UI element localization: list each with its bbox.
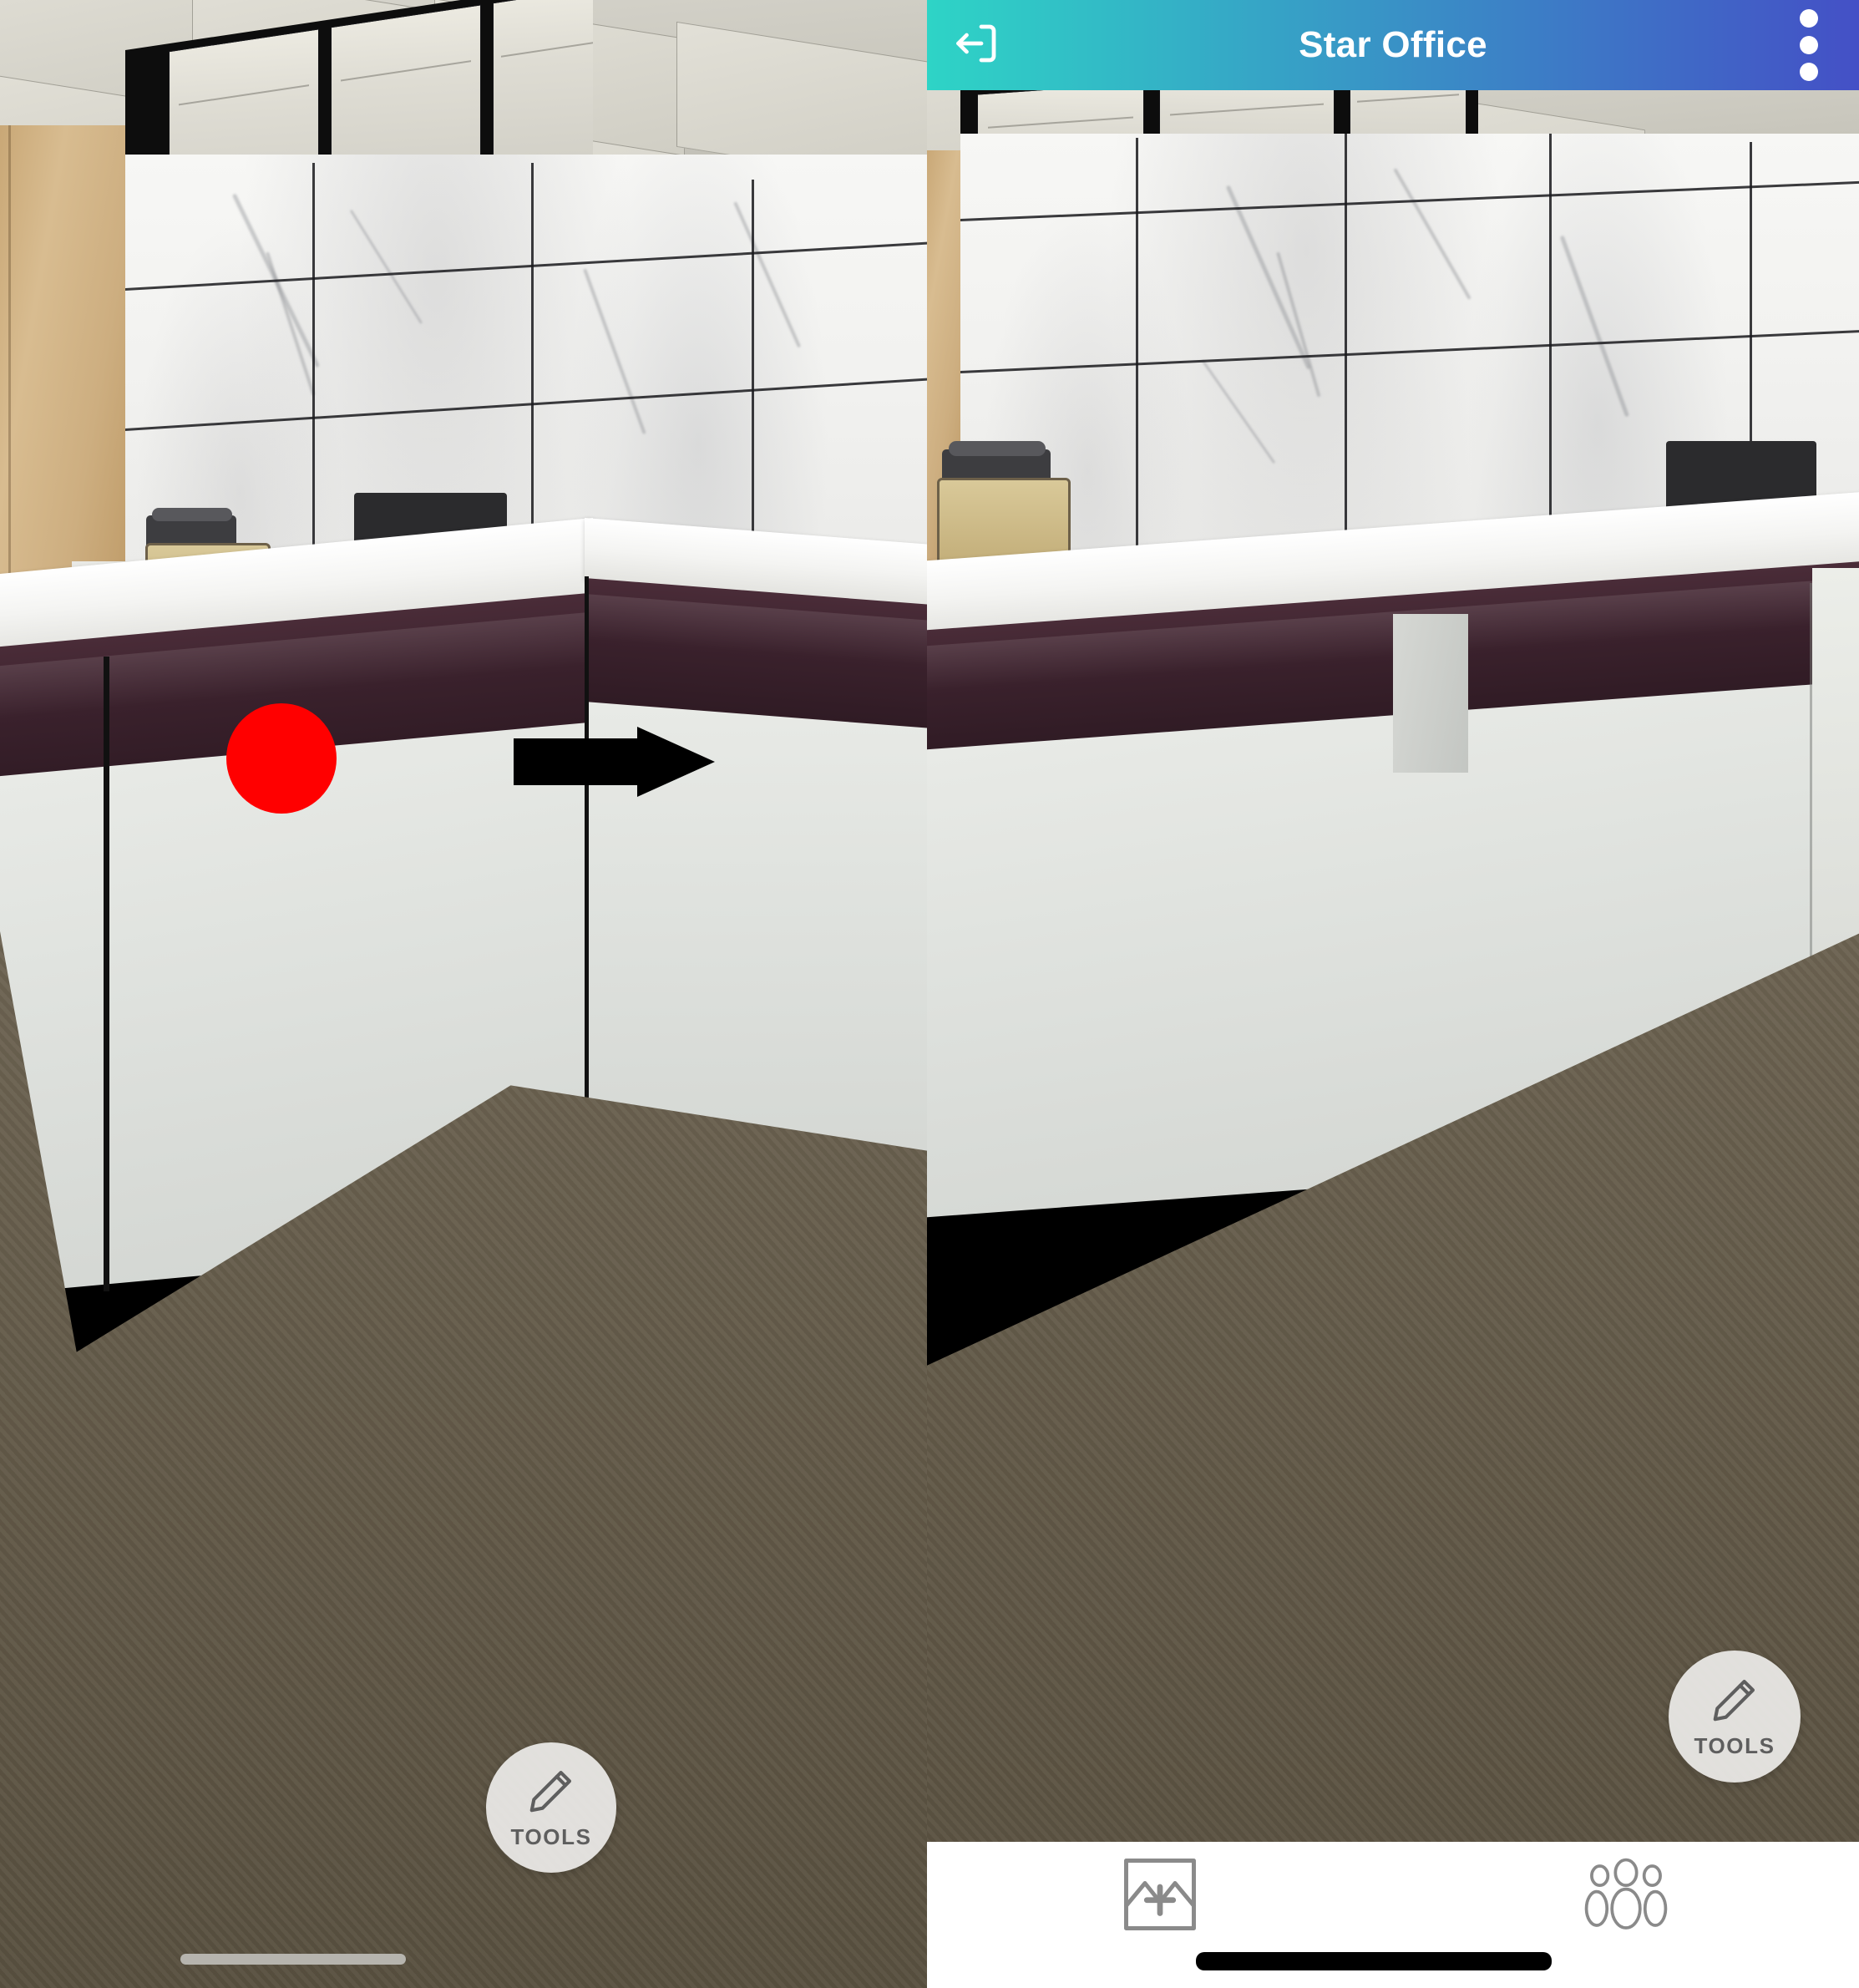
right-panel: Star Office TOOLS [927, 0, 1859, 1988]
red-target-dot [226, 703, 337, 814]
tools-button[interactable]: TOOLS [1669, 1651, 1801, 1783]
pencil-icon [1709, 1674, 1760, 1730]
page-title: Star Office [1299, 24, 1487, 65]
kebab-menu-icon [1800, 36, 1818, 54]
exit-button[interactable] [927, 18, 1027, 73]
kebab-menu-icon [1800, 9, 1818, 28]
right-photo-scene: Star Office TOOLS [927, 0, 1859, 1988]
exit-door-icon [952, 18, 1002, 73]
nav-item-add-photo[interactable] [927, 1842, 1393, 1950]
home-indicator[interactable] [1196, 1952, 1552, 1970]
desk-corner-edge-outer [585, 576, 589, 1161]
tools-label: TOOLS [510, 1824, 592, 1849]
screenshot-root: TOOLS Star Office TOOLS [0, 0, 1859, 1988]
kebab-menu-icon [1800, 63, 1818, 81]
nav-item-people[interactable]: 1 [1393, 1842, 1859, 1950]
pencil-icon [525, 1765, 577, 1821]
marble-grid-line [1136, 138, 1138, 606]
printer-lid [152, 508, 232, 521]
left-photo-scene: TOOLS [0, 0, 927, 1988]
action-arrow [512, 725, 717, 799]
desk-side-return [1393, 614, 1468, 773]
tools-button[interactable]: TOOLS [486, 1742, 616, 1873]
desk-far-panel [1812, 568, 1859, 986]
app-header: Star Office [927, 0, 1859, 90]
add-photo-icon [1115, 1849, 1205, 1944]
desk-seam [1810, 583, 1812, 967]
overflow-menu-button[interactable] [1759, 9, 1859, 81]
home-indicator[interactable] [180, 1954, 406, 1965]
left-panel: TOOLS [0, 0, 927, 1988]
people-group-icon [1579, 1848, 1673, 1945]
printer-lid [949, 441, 1046, 456]
desk-corner-edge [104, 657, 109, 1291]
wood-seam [8, 125, 11, 610]
tools-label: TOOLS [1694, 1733, 1775, 1758]
